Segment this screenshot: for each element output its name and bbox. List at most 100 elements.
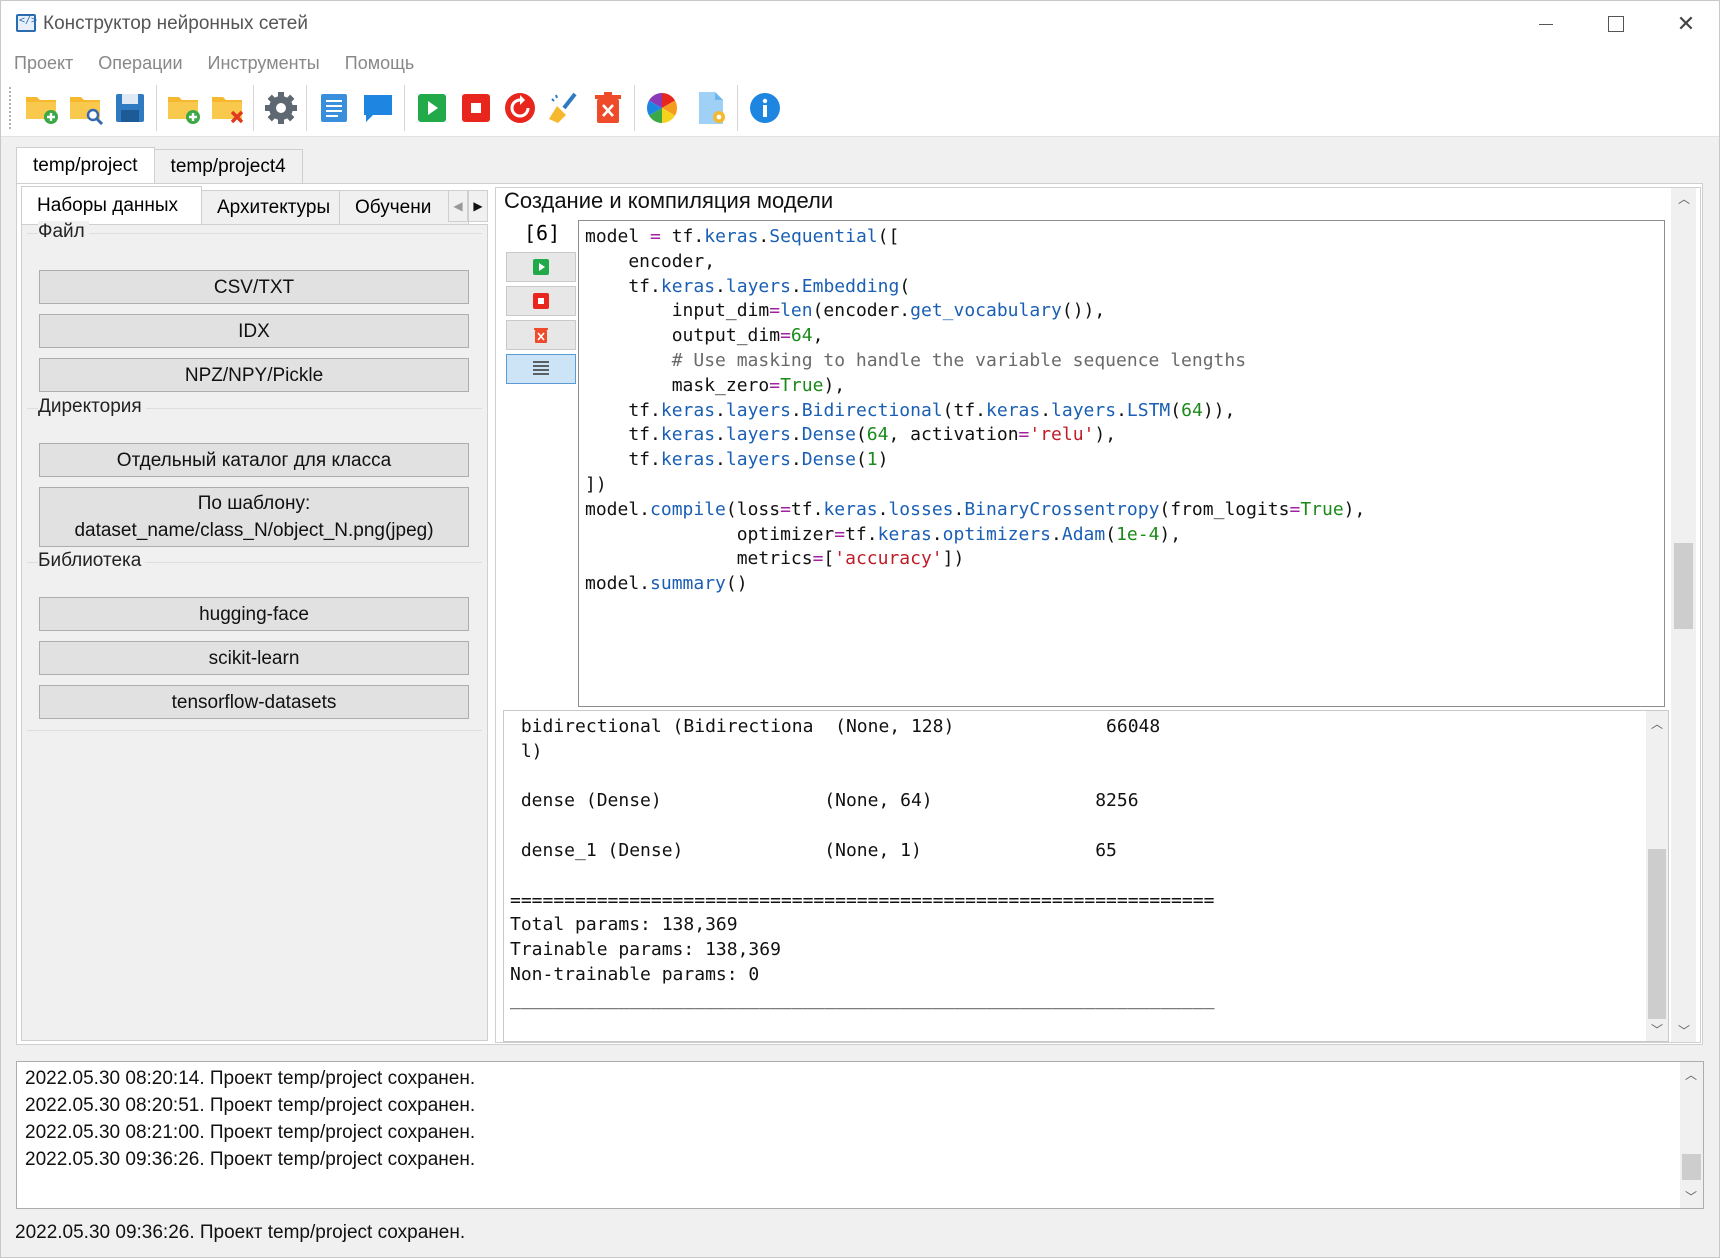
app-icon (16, 14, 37, 32)
stop-icon (462, 94, 490, 122)
output-line: l) (510, 740, 543, 762)
scroll-down-icon[interactable]: ﹀ (1674, 1020, 1694, 1040)
tab-temp-project[interactable]: temp/project (16, 147, 155, 183)
toolbar-separator (737, 85, 738, 131)
add-folder-icon (168, 97, 200, 124)
tab-scroll-right-icon[interactable]: ▶ (468, 190, 488, 222)
toggle-output-button[interactable] (506, 354, 576, 384)
code-line[interactable]: model.compile(loss=tf.keras.losses.Binar… (585, 498, 1365, 523)
group-label-file: Файл (38, 221, 89, 243)
output-scrollbar[interactable]: ︿ ﹀ (1646, 711, 1668, 1041)
npz-npy-pickle-button[interactable]: NPZ/NPY/Pickle (39, 358, 469, 392)
scroll-down-icon[interactable]: ﹀ (1681, 1186, 1701, 1206)
title-bar: Конструктор нейронных сетей ✕ (1, 1, 1719, 47)
menu-tools[interactable]: Инструменты (196, 53, 332, 74)
open-project-icon (70, 97, 104, 125)
cell-number: [6] (524, 221, 561, 245)
code-editor[interactable]: model = tf.keras.Sequential([ encoder, t… (578, 220, 1665, 707)
output-line: dense (Dense) (None, 64) 8256 (510, 790, 1139, 812)
log-scroll-thumb[interactable] (1682, 1154, 1701, 1180)
menu-project[interactable]: Проект (2, 53, 85, 74)
info-button[interactable] (746, 89, 784, 127)
notebook-panel: Создание и компиляция модели [6] model =… (495, 187, 1701, 1043)
output-line: Total params: 138,369 (510, 914, 738, 936)
output-lines: bidirectional (Bidirectiona (None, 128) … (510, 715, 1214, 1013)
tab-architectures[interactable]: Архитектуры (201, 190, 340, 224)
comment-button[interactable] (359, 89, 397, 127)
tensorflow-datasets-button[interactable]: tensorflow-datasets (39, 685, 469, 719)
tab-scroll-left-icon[interactable]: ◀ (448, 190, 468, 222)
code-line[interactable]: tf.keras.layers.Bidirectional(tf.keras.l… (585, 399, 1365, 424)
output-line: ========================================… (510, 889, 1215, 911)
code-line[interactable]: mask_zero=True), (585, 374, 1365, 399)
stop-icon (533, 293, 549, 309)
maximize-button[interactable] (1581, 1, 1651, 47)
file-settings-button[interactable] (693, 89, 731, 127)
code-line[interactable]: model.summary() (585, 572, 1365, 597)
settings-icon (265, 92, 297, 124)
delete-folder-button[interactable] (209, 89, 247, 127)
separate-class-folder-button[interactable]: Отдельный каталог для класса (39, 443, 469, 477)
stop-button[interactable] (457, 89, 495, 127)
tab-datasets[interactable]: Наборы данных (21, 186, 202, 225)
stop-cell-button[interactable] (506, 286, 576, 316)
run-cell-button[interactable] (506, 252, 576, 282)
notebook-scrollbar[interactable]: ︿ ﹀ (1671, 188, 1696, 1042)
code-line[interactable]: tf.keras.layers.Dense(1) (585, 448, 1365, 473)
code-line[interactable]: ]) (585, 473, 1365, 498)
output-line: bidirectional (Bidirectiona (None, 128) … (510, 716, 1161, 737)
tab-temp-project4[interactable]: temp/project4 (153, 149, 303, 183)
clear-button[interactable] (545, 89, 583, 127)
toolbar-gripper[interactable] (9, 87, 13, 129)
delete-button[interactable] (589, 89, 627, 127)
code-line[interactable]: input_dim=len(encoder.get_vocabulary()), (585, 299, 1365, 324)
restart-icon (505, 93, 535, 123)
template-pattern-button[interactable]: По шаблону: dataset_name/class_N/object_… (39, 487, 469, 547)
code-line[interactable]: # Use masking to handle the variable seq… (585, 349, 1365, 374)
delete-cell-button[interactable] (506, 320, 576, 350)
log-scrollbar[interactable]: ︿ ﹀ (1680, 1062, 1703, 1208)
run-button[interactable] (413, 89, 451, 127)
idx-button[interactable]: IDX (39, 314, 469, 348)
settings-button[interactable] (262, 89, 300, 127)
code-line[interactable]: output_dim=64, (585, 324, 1365, 349)
add-folder-button[interactable] (165, 89, 203, 127)
code-lines[interactable]: model = tf.keras.Sequential([ encoder, t… (585, 225, 1365, 597)
code-line[interactable]: model = tf.keras.Sequential([ (585, 225, 1365, 250)
scroll-up-icon[interactable]: ︿ (1681, 1064, 1701, 1084)
notebook-scroll-thumb[interactable] (1674, 543, 1693, 629)
color-wheel-button[interactable] (643, 89, 681, 127)
toolbar-separator (634, 85, 635, 131)
new-project-button[interactable] (23, 89, 61, 127)
delete-icon (534, 328, 548, 343)
code-line[interactable]: encoder, (585, 250, 1365, 275)
restart-button[interactable] (501, 89, 539, 127)
document-button[interactable] (315, 89, 353, 127)
minimize-button[interactable] (1511, 1, 1581, 47)
new-project-icon (26, 97, 58, 124)
code-line[interactable]: tf.keras.layers.Dense(64, activation='re… (585, 423, 1365, 448)
open-project-button[interactable] (67, 89, 105, 127)
log-panel: 2022.05.30 08:20:14. Проект temp/project… (16, 1061, 1704, 1209)
hugging-face-button[interactable]: hugging-face (39, 597, 469, 631)
toolbar-separator (253, 85, 254, 131)
menu-operations[interactable]: Операции (86, 53, 194, 74)
scroll-down-icon[interactable]: ﹀ (1647, 1019, 1667, 1039)
left-panel: Наборы данных Архитектуры Обучени ◀ ▶ Фа… (21, 186, 488, 1041)
scikit-learn-button[interactable]: scikit-learn (39, 641, 469, 675)
app-window: Конструктор нейронных сетей ✕ Проект Опе… (0, 0, 1720, 1258)
menu-help[interactable]: Помощь (333, 53, 427, 74)
code-line[interactable]: metrics=['accuracy']) (585, 547, 1365, 572)
output-scroll-thumb[interactable] (1648, 849, 1666, 1019)
save-button[interactable] (111, 89, 149, 127)
scroll-up-icon[interactable]: ︿ (1647, 713, 1667, 733)
scroll-up-icon[interactable]: ︿ (1674, 188, 1694, 208)
clear-icon (549, 92, 577, 123)
csv-txt-button[interactable]: CSV/TXT (39, 270, 469, 304)
project-tabs: temp/project temp/project4 (16, 147, 303, 183)
code-line[interactable]: tf.keras.layers.Embedding( (585, 275, 1365, 300)
code-line[interactable]: optimizer=tf.keras.optimizers.Adam(1e-4)… (585, 523, 1365, 548)
toolbar-separator (306, 85, 307, 131)
close-button[interactable]: ✕ (1651, 1, 1720, 47)
